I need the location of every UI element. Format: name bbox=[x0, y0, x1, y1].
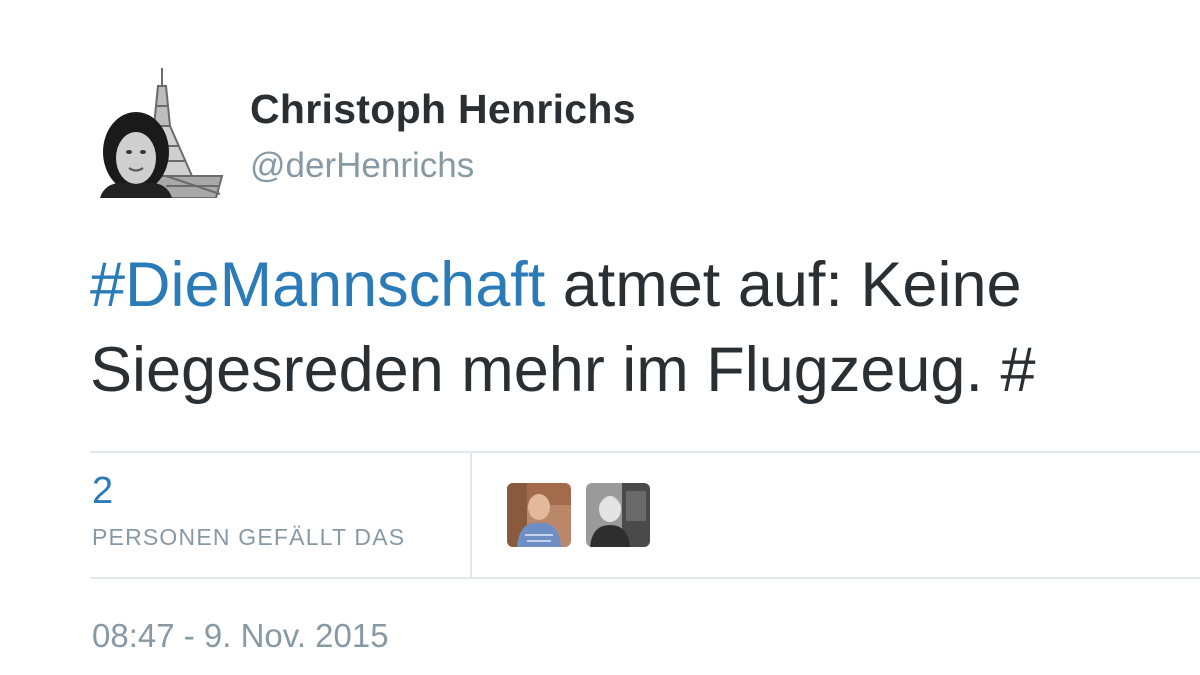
author-avatar[interactable] bbox=[96, 66, 224, 198]
liker-avatar[interactable] bbox=[586, 483, 650, 547]
author-display-name[interactable]: Christoph Henrichs bbox=[250, 86, 636, 133]
author-handle[interactable]: @derHenrichs bbox=[250, 146, 474, 186]
like-label: PERSONEN GEFÄLLT DAS bbox=[92, 524, 406, 550]
tweet-timestamp[interactable]: 08:47 - 9. Nov. 2015 bbox=[92, 617, 389, 655]
stats-divider-vertical bbox=[470, 453, 472, 577]
tweet-text-line-1: #DieMannschaft atmet auf: Keine bbox=[90, 243, 1200, 328]
liker-avatar[interactable] bbox=[507, 483, 571, 547]
tweet-text-line-1-rest: atmet auf: Keine bbox=[545, 250, 1022, 320]
hashtag-link[interactable]: #DieMannschaft bbox=[90, 250, 545, 320]
tweet-text-line-2: Siegesreden mehr im Flugzeug. # bbox=[90, 335, 1036, 405]
stats-divider-top bbox=[90, 451, 1200, 453]
tweet-card: Christoph Henrichs @derHenrichs #DieMann… bbox=[0, 0, 1200, 675]
like-count[interactable]: 2 bbox=[92, 470, 113, 513]
stats-divider-bottom bbox=[90, 577, 1200, 579]
tweet-text: #DieMannschaft atmet auf: Keine Siegesre… bbox=[90, 243, 1200, 413]
